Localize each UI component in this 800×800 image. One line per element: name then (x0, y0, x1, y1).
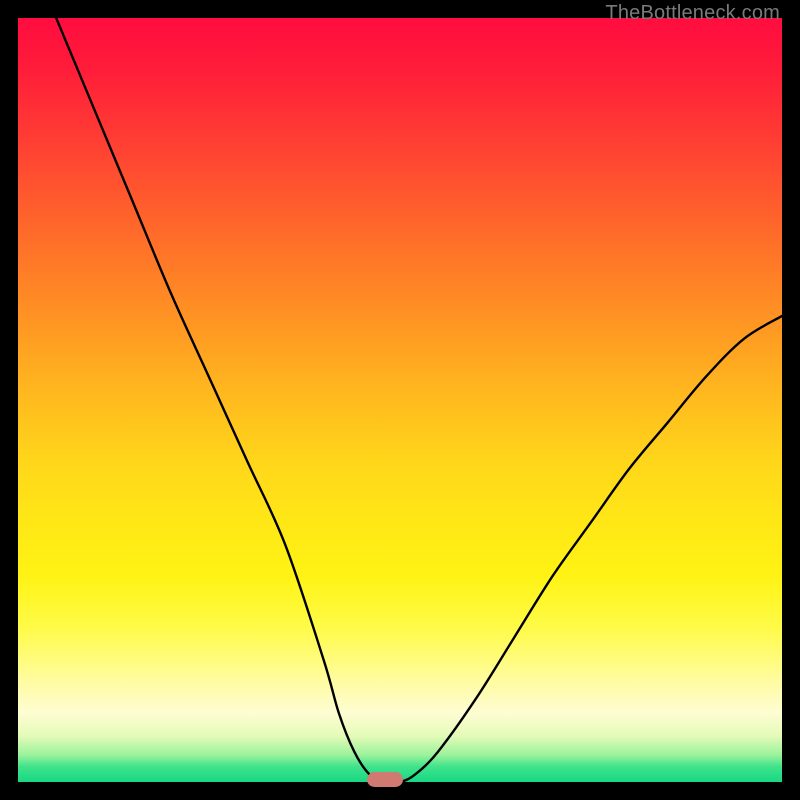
plot-area (18, 18, 782, 782)
curve-svg (18, 18, 782, 782)
watermark-text: TheBottleneck.com (605, 2, 780, 25)
bottleneck-curve (56, 18, 782, 782)
chart-frame: TheBottleneck.com (0, 0, 800, 800)
ideal-marker (367, 772, 403, 787)
